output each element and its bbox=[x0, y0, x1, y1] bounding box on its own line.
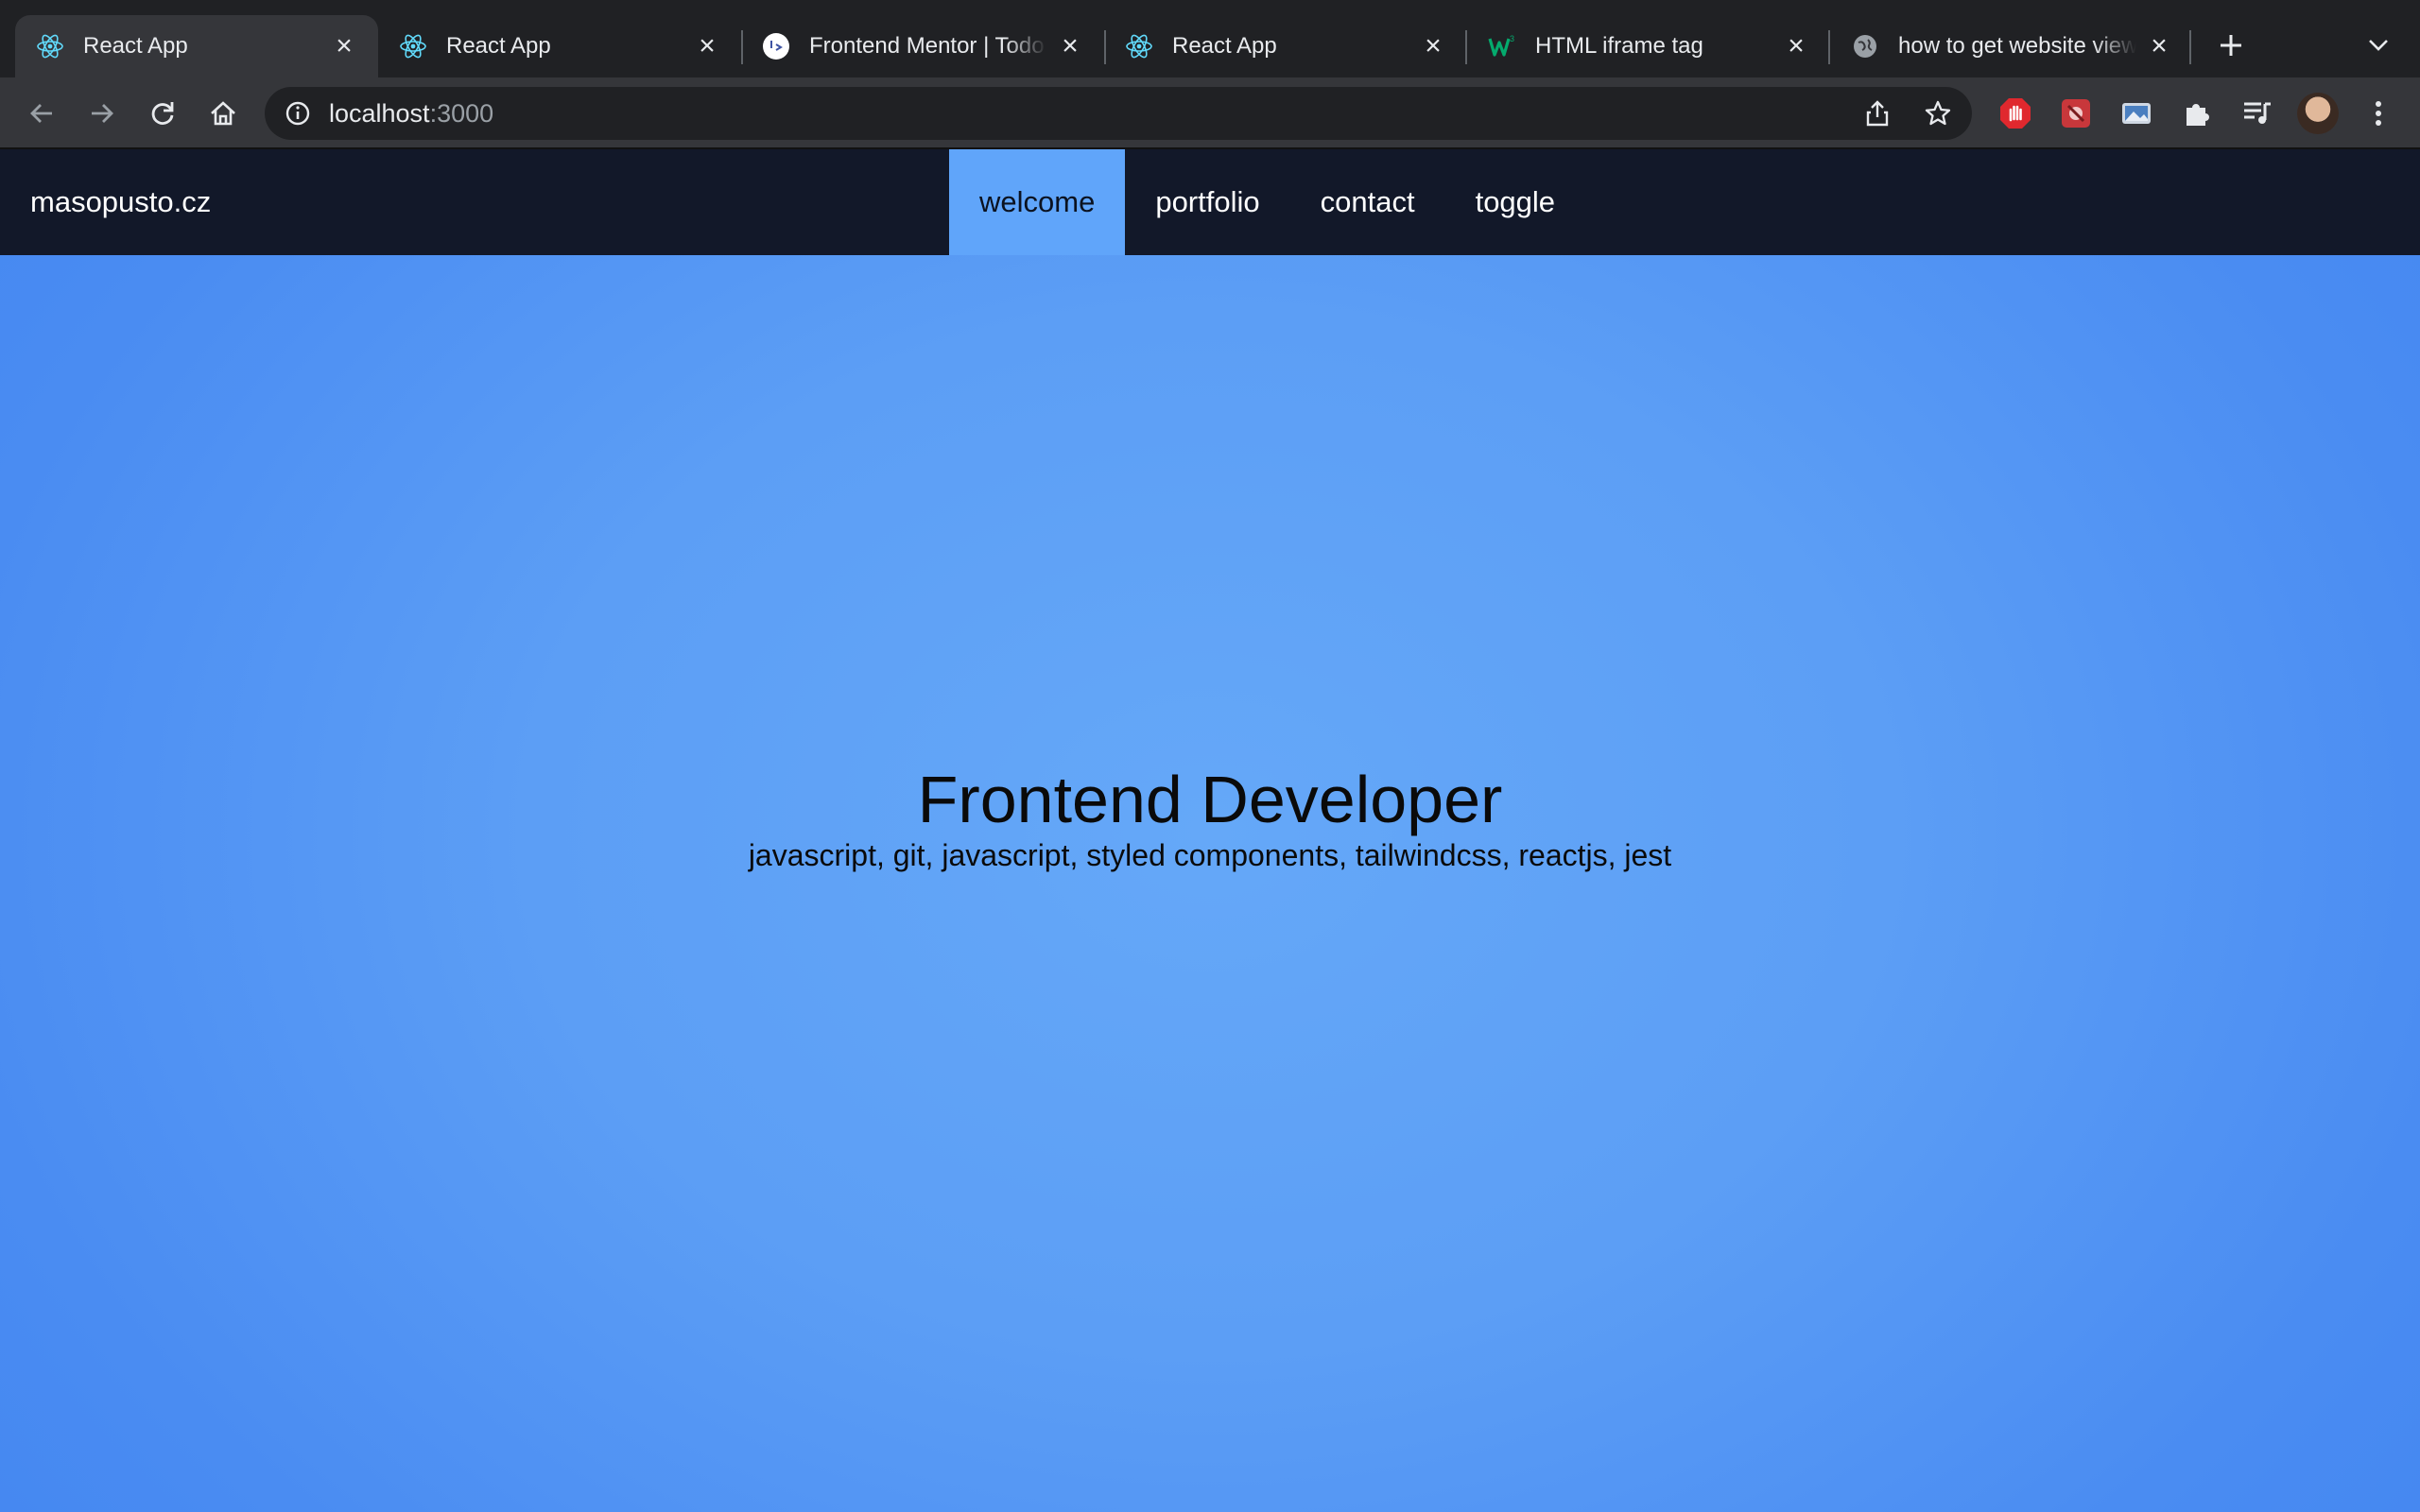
extensions-button[interactable] bbox=[2178, 94, 2216, 132]
url-host: localhost bbox=[329, 98, 430, 128]
url-text: localhost:3000 bbox=[329, 99, 493, 129]
address-bar[interactable]: localhost:3000 bbox=[265, 87, 1972, 140]
plus-icon bbox=[2221, 35, 2241, 56]
close-icon[interactable]: × bbox=[1420, 32, 1446, 60]
arrow-right-icon bbox=[92, 104, 113, 123]
url-port: :3000 bbox=[429, 98, 494, 128]
react-icon bbox=[399, 32, 427, 60]
nav-link-contact[interactable]: contact bbox=[1290, 149, 1445, 255]
tab-strip: React App × React App × Frontend Mentor … bbox=[0, 0, 2420, 77]
forward-button[interactable] bbox=[83, 94, 121, 132]
nav-link-welcome[interactable]: welcome bbox=[949, 149, 1126, 255]
hero-section: Frontend Developer javascript, git, java… bbox=[0, 764, 2420, 873]
back-button[interactable] bbox=[23, 94, 60, 132]
extension-puzzle-red[interactable] bbox=[2057, 94, 2095, 132]
extension-screenshot[interactable] bbox=[2118, 94, 2155, 132]
nav-link-portfolio[interactable]: portfolio bbox=[1125, 149, 1289, 255]
bookmark-button[interactable] bbox=[1919, 94, 1957, 132]
browser-toolbar: localhost:3000 bbox=[0, 77, 2420, 147]
image-icon bbox=[2122, 103, 2151, 124]
arrow-left-icon bbox=[30, 104, 52, 123]
browser-tab-1[interactable]: React App × bbox=[15, 15, 378, 77]
react-icon bbox=[1125, 32, 1153, 60]
adblock-hand-icon bbox=[2000, 98, 2031, 129]
info-icon[interactable] bbox=[284, 99, 312, 128]
media-control-button[interactable] bbox=[2238, 94, 2276, 132]
nav-link-toggle[interactable]: toggle bbox=[1445, 149, 1585, 255]
close-icon[interactable]: × bbox=[1057, 32, 1083, 60]
tab-title: Frontend Mentor | Todo bbox=[809, 33, 1045, 59]
queue-music-icon bbox=[2244, 102, 2271, 124]
tab-search-button[interactable] bbox=[2360, 26, 2397, 64]
tab-separator bbox=[2189, 30, 2191, 64]
profile-avatar[interactable] bbox=[2297, 93, 2339, 134]
close-icon[interactable]: × bbox=[2146, 32, 2172, 60]
tab-title: React App bbox=[446, 33, 551, 59]
site-brand[interactable]: masopusto.cz bbox=[30, 149, 211, 255]
globe-icon bbox=[1851, 32, 1879, 60]
close-icon[interactable]: × bbox=[1783, 32, 1809, 60]
more-vertical-icon bbox=[2376, 101, 2381, 126]
home-button[interactable] bbox=[204, 94, 242, 132]
close-icon[interactable]: × bbox=[694, 32, 720, 60]
w3schools-icon: 3 bbox=[1488, 32, 1516, 60]
react-icon bbox=[36, 32, 64, 60]
tab-title: HTML iframe tag bbox=[1535, 33, 1703, 59]
reload-icon bbox=[151, 102, 174, 125]
browser-tab-2[interactable]: React App × bbox=[378, 15, 741, 77]
browser-tab-5[interactable]: 3 HTML iframe tag × bbox=[1467, 15, 1830, 77]
browser-tab-6[interactable]: how to get website view × bbox=[1830, 15, 2193, 77]
chevron-down-icon bbox=[2369, 40, 2388, 51]
share-button[interactable] bbox=[1858, 94, 1896, 132]
close-icon[interactable]: × bbox=[331, 32, 357, 60]
frontend-mentor-icon bbox=[762, 32, 790, 60]
red-extension-icon bbox=[2062, 99, 2090, 128]
new-tab-button[interactable] bbox=[2212, 26, 2250, 64]
site-navbar: masopusto.cz welcome portfolio contact t… bbox=[0, 149, 2420, 255]
tab-title: React App bbox=[1172, 33, 1277, 59]
browser-tab-3[interactable]: Frontend Mentor | Todo × bbox=[741, 15, 1104, 77]
tab-title: React App bbox=[83, 33, 188, 59]
tab-title: how to get website view bbox=[1898, 33, 2136, 59]
browser-tab-4[interactable]: React App × bbox=[1104, 15, 1467, 77]
extension-adblock[interactable] bbox=[1996, 94, 2034, 132]
puzzle-icon bbox=[2187, 104, 2209, 126]
page-viewport: masopusto.cz welcome portfolio contact t… bbox=[0, 149, 2420, 1512]
svg-text:3: 3 bbox=[1510, 34, 1514, 43]
hero-skills: javascript, git, javascript, styled comp… bbox=[748, 838, 1672, 872]
share-icon bbox=[1866, 100, 1889, 127]
menu-button[interactable] bbox=[2360, 94, 2397, 132]
reload-button[interactable] bbox=[144, 94, 182, 132]
hero-title: Frontend Developer bbox=[917, 763, 1503, 836]
home-icon bbox=[211, 101, 235, 126]
site-nav-links: welcome portfolio contact toggle bbox=[949, 149, 1585, 255]
star-icon bbox=[1925, 100, 1951, 126]
